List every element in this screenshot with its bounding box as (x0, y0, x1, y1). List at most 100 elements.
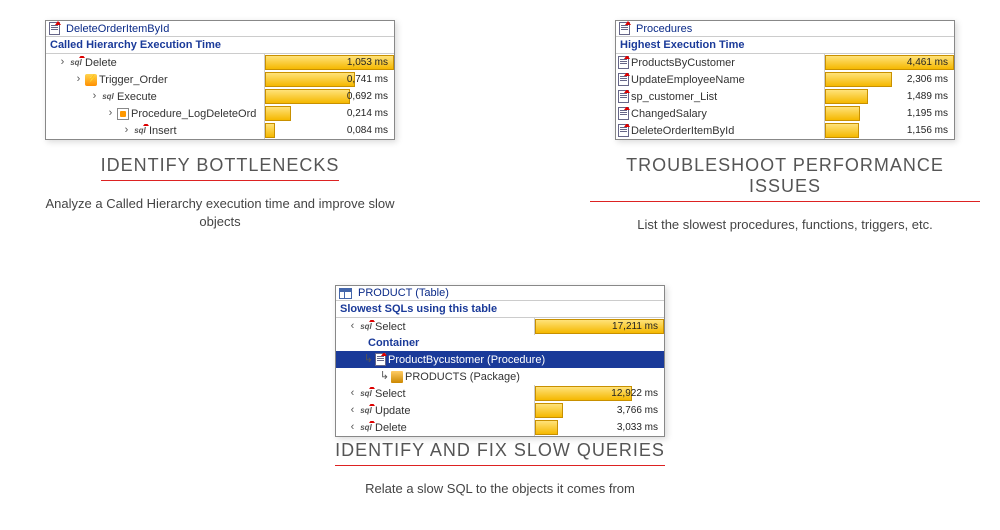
timing-bar-cell: 1,489 ms (824, 88, 954, 105)
doc-icon (618, 124, 629, 137)
doc-icon (618, 73, 629, 86)
document-icon (619, 22, 630, 35)
timing-bar-cell: 4,461 ms (824, 54, 954, 71)
trigger-icon (85, 74, 97, 86)
table-row[interactable]: ChangedSalary 1,195 ms (616, 105, 954, 122)
panel-slowest-sqls: PRODUCT (Table) Slowest SQLs using this … (335, 285, 665, 437)
panel-title: Procedures (636, 23, 692, 35)
sql-red-icon (133, 124, 147, 138)
timing-value: 0,741 ms (265, 74, 394, 85)
timing-bar-cell: 0,214 ms (264, 105, 394, 122)
table-row[interactable]: DeleteOrderItemById1,156 ms (616, 122, 954, 139)
panel-called-hierarchy: DeleteOrderItemById Called Hierarchy Exe… (45, 20, 395, 140)
table-row[interactable]: UpdateEmployeeName 2,306 ms (616, 71, 954, 88)
row-label: Trigger_Order (99, 74, 168, 86)
panel-subheader: Slowest SQLs using this table (336, 301, 664, 318)
row-label: Procedure_LogDeleteOrd (131, 108, 256, 120)
row-label: sp_customer_List (631, 91, 717, 103)
timing-value: 1,489 ms (825, 91, 954, 102)
caption-title: IDENTIFY AND FIX SLOW QUERIES (335, 440, 665, 466)
timing-bar-cell: 1,195 ms (824, 105, 954, 122)
container-header: Container (336, 335, 664, 351)
timing-value: 4,461 ms (825, 57, 954, 68)
timing-bar-cell: 0,741 ms (264, 71, 394, 88)
tree-toggle-icon[interactable]: ‹ (348, 423, 357, 432)
table-row[interactable]: ‹Update3,766 ms (336, 402, 664, 419)
caption-title: IDENTIFY BOTTLENECKS (101, 155, 340, 181)
title-bar: Procedures (616, 21, 954, 37)
table-row[interactable]: ↳ ProductBycustomer (Procedure) (336, 351, 664, 368)
row-label: ProductBycustomer (Procedure) (388, 354, 545, 366)
sql-red-icon (359, 320, 373, 334)
doc-icon (618, 90, 629, 103)
tree-toggle-icon[interactable]: ‹ (348, 322, 357, 331)
table-row[interactable]: › Procedure_LogDeleteOrd 0,214 ms (46, 105, 394, 122)
tree-toggle-icon[interactable]: › (106, 109, 115, 118)
tree-toggle-icon[interactable]: ‹ (348, 406, 357, 415)
table-row[interactable]: › Trigger_Order 0,741 ms (46, 71, 394, 88)
sql-red-icon (359, 421, 373, 435)
panel-title: PRODUCT (Table) (358, 287, 449, 299)
timing-bar-cell: 2,306 ms (824, 71, 954, 88)
caption-troubleshoot: TROUBLESHOOT PERFORMANCE ISSUES List the… (590, 155, 980, 234)
doc-icon (618, 56, 629, 69)
title-bar: DeleteOrderItemById (46, 21, 394, 37)
row-label: ProductsByCustomer (631, 57, 735, 69)
proc-icon (117, 108, 129, 120)
timing-value: 1,053 ms (265, 57, 394, 68)
list-rows: ProductsByCustomer 4,461 ms UpdateEmployee… (616, 54, 954, 139)
timing-bar-cell: 1,053 ms (264, 54, 394, 71)
panel-procedures: Procedures Highest Execution Time Produc… (615, 20, 955, 140)
tree-toggle-icon[interactable]: › (122, 126, 131, 135)
panel-title: DeleteOrderItemById (66, 23, 169, 35)
tree-toggle-icon[interactable]: ‹ (348, 389, 357, 398)
timing-value: 2,306 ms (825, 74, 954, 85)
tree-toggle-icon[interactable]: › (74, 75, 83, 84)
sql-red-icon (359, 387, 373, 401)
timing-bar-cell: 17,211 ms (534, 318, 664, 335)
timing-value: 1,156 ms (825, 125, 954, 136)
table-row[interactable]: ‹ Select 17,211 ms (336, 318, 664, 335)
row-label: PRODUCTS (Package) (405, 371, 520, 383)
table-row[interactable]: ProductsByCustomer 4,461 ms (616, 54, 954, 71)
doc-icon (618, 107, 629, 120)
caption-subtitle: List the slowest procedures, functions, … (590, 216, 980, 234)
table-row[interactable]: ‹ Select 12,922 ms (336, 385, 664, 402)
tree-rows: ‹ Select 17,211 msContainer ↳ ProductBycusto… (336, 318, 664, 436)
tree-toggle-icon[interactable]: › (90, 92, 99, 101)
panel-subheader: Highest Execution Time (616, 37, 954, 54)
timing-value: 1,195 ms (825, 108, 954, 119)
timing-bar-cell: 3,766 ms (534, 402, 664, 419)
row-label: UpdateEmployeeName (631, 74, 745, 86)
caption-fix-slow-queries: IDENTIFY AND FIX SLOW QUERIES Relate a s… (320, 440, 680, 498)
table-row[interactable]: ‹Delete3,033 ms (336, 419, 664, 436)
timing-bar-cell: 3,033 ms (534, 419, 664, 436)
timing-value: 0,214 ms (265, 108, 394, 119)
row-label: Select (375, 388, 406, 400)
table-row[interactable]: › Delete 1,053 ms (46, 54, 394, 71)
table-row[interactable]: sp_customer_List 1,489 ms (616, 88, 954, 105)
row-label: ChangedSalary (631, 108, 707, 120)
caption-subtitle: Relate a slow SQL to the objects it come… (320, 480, 680, 498)
doc-icon (375, 353, 386, 366)
row-label: Execute (117, 91, 157, 103)
tree-toggle-icon[interactable]: › (58, 58, 67, 67)
title-bar: PRODUCT (Table) (336, 286, 664, 301)
row-label: Select (375, 321, 406, 333)
timing-value: 0,084 ms (265, 125, 394, 136)
table-icon (339, 288, 352, 299)
tree-toggle-icon[interactable]: ↳ (380, 372, 389, 381)
table-row[interactable]: ›Execute0,692 ms (46, 88, 394, 105)
timing-value: 3,766 ms (535, 405, 664, 416)
caption-title: TROUBLESHOOT PERFORMANCE ISSUES (590, 155, 980, 202)
table-row[interactable]: ›Insert0,084 ms (46, 122, 394, 139)
timing-value: 12,922 ms (535, 388, 664, 399)
row-label: Delete (85, 57, 117, 69)
caption-identify-bottlenecks: IDENTIFY BOTTLENECKS Analyze a Called Hi… (40, 155, 400, 231)
timing-bar-cell: 1,156 ms (824, 122, 954, 139)
caption-subtitle: Analyze a Called Hierarchy execution tim… (40, 195, 400, 231)
tree-toggle-icon[interactable]: ↳ (364, 355, 373, 364)
timing-bar-cell: 0,084 ms (264, 122, 394, 139)
table-row[interactable]: ↳ PRODUCTS (Package) (336, 368, 664, 385)
document-icon (49, 22, 60, 35)
